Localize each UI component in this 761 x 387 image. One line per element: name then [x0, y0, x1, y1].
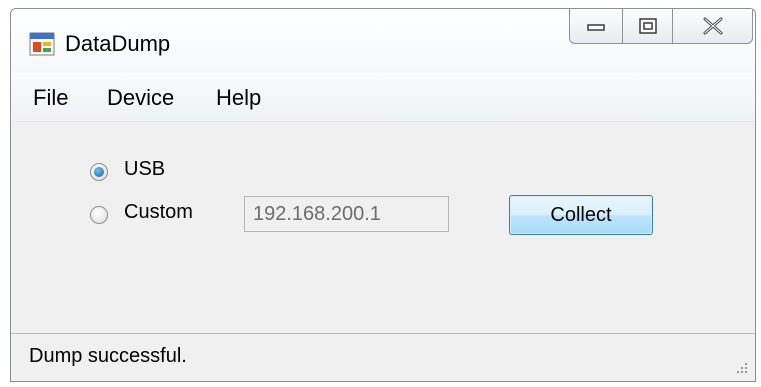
status-text: Dump successful.: [29, 345, 187, 367]
app-window-icon: [29, 32, 55, 56]
close-icon: [703, 17, 722, 35]
custom-radio[interactable]: [90, 206, 108, 224]
close-button[interactable]: [673, 9, 753, 44]
menu-device[interactable]: Device: [107, 85, 174, 111]
usb-radio[interactable]: [90, 163, 108, 181]
minimize-icon: [587, 24, 605, 31]
maximize-button[interactable]: [623, 9, 673, 44]
menu-help[interactable]: Help: [216, 85, 261, 111]
menu-file[interactable]: File: [33, 85, 68, 111]
caption-buttons: [569, 9, 753, 46]
menu-bar: File Device Help: [11, 73, 755, 122]
usb-radio-label[interactable]: USB: [124, 158, 165, 181]
minimize-button[interactable]: [569, 9, 623, 44]
window-title: DataDump: [65, 31, 171, 56]
ip-address-input[interactable]: [244, 196, 449, 232]
custom-radio-label[interactable]: Custom: [124, 201, 193, 224]
title-bar[interactable]: DataDump: [11, 9, 755, 73]
maximize-icon: [638, 18, 657, 34]
collect-button[interactable]: Collect: [509, 195, 653, 235]
resize-grip-icon[interactable]: [735, 361, 749, 375]
status-bar: Dump successful.: [11, 333, 755, 381]
main-window: DataDump File Device Help USB Custom 192…: [10, 8, 756, 382]
